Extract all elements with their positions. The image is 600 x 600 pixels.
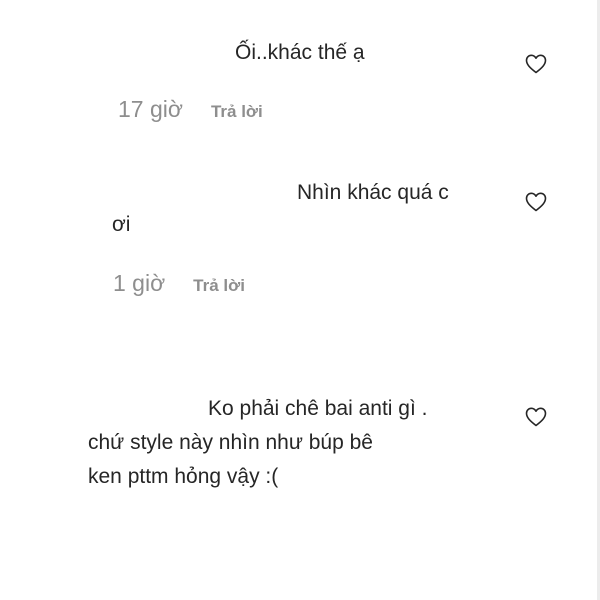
reply-button[interactable]: Trả lời: [193, 276, 245, 296]
comment-time: 17 giờ: [118, 96, 183, 122]
heart-outline-icon: [525, 54, 547, 74]
comment-text-line: ken pttm hỏng vậy :(: [88, 465, 279, 488]
heart-outline-icon: [525, 192, 547, 212]
like-button[interactable]: [524, 190, 548, 214]
heart-outline-icon: [525, 407, 547, 427]
comment-text: Ối..khác thế ạ: [235, 41, 365, 64]
comment-text-line: Nhìn khác quá c: [297, 181, 449, 204]
comment-meta: 17 giờ Trả lời: [118, 96, 263, 123]
reply-button[interactable]: Trả lời: [211, 102, 263, 122]
comment-text-line: Ko phải chê bai anti gì .: [208, 397, 428, 420]
comment-time: 1 giờ: [113, 270, 166, 296]
comment-text-line: chứ style này nhìn như búp bê: [88, 431, 373, 454]
comment-meta: 1 giờ Trả lời: [113, 270, 245, 297]
like-button[interactable]: [524, 52, 548, 76]
like-button[interactable]: [524, 405, 548, 429]
comment-text-line: ơi: [112, 213, 131, 236]
